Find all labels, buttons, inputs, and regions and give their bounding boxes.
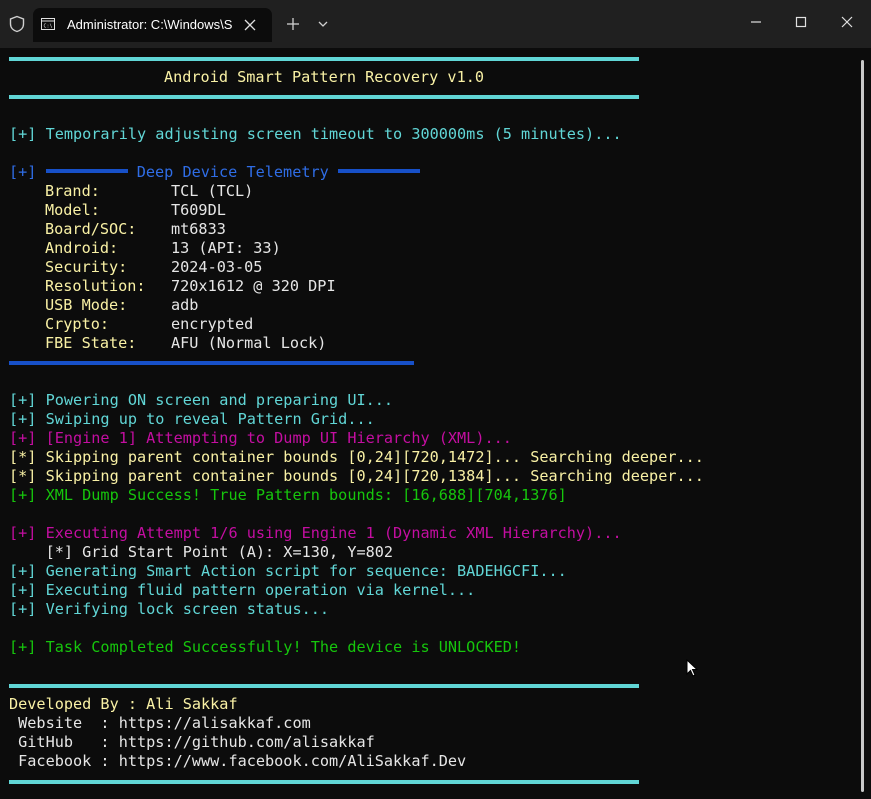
- telemetry-label: FBE State:: [45, 334, 137, 352]
- plus-icon: [287, 18, 299, 30]
- telemetry-label: USB Mode:: [45, 296, 128, 314]
- telemetry-label: Crypto:: [45, 315, 110, 333]
- telemetry-label: Model:: [45, 201, 100, 219]
- telemetry-value: 13 (API: 33): [171, 239, 281, 257]
- telemetry-value: encrypted: [171, 315, 254, 333]
- telemetry-title: Deep Device Telemetry: [136, 163, 329, 181]
- facebook-line: Facebook : https://www.facebook.com/AliS…: [9, 752, 467, 770]
- website-line: Website : https://alisakkaf.com: [9, 714, 311, 732]
- log-line: [+] Executing fluid pattern operation vi…: [9, 581, 476, 599]
- divider-line: [337, 169, 420, 173]
- log-line: [*] Grid Start Point (A): X=130, Y=802: [9, 543, 394, 561]
- new-tab-button[interactable]: [283, 14, 303, 34]
- telemetry-value: T609DL: [171, 201, 226, 219]
- result-line: [+] Task Completed Successfully! The dev…: [9, 638, 522, 656]
- header-title: Android Smart Pattern Recovery v1.0: [163, 68, 485, 86]
- log-line: [+] XML Dump Success! True Pattern bound…: [9, 486, 567, 504]
- close-icon: [841, 16, 853, 28]
- tab-title: Administrator: C:\Windows\System32\cmd.e…: [67, 17, 232, 32]
- title-bar: C:\ Administrator: C:\Windows\System32\c…: [0, 0, 871, 48]
- maximize-icon: [795, 16, 807, 28]
- telemetry-value: AFU (Normal Lock): [171, 334, 327, 352]
- log-line: [+] Generating Smart Action script for s…: [9, 562, 567, 580]
- telemetry-label: Resolution:: [45, 277, 146, 295]
- log-line: [+] Verifying lock screen status...: [9, 600, 330, 618]
- minimize-icon: [751, 21, 761, 23]
- log-line: [*] Skipping parent container bounds [0,…: [9, 448, 704, 466]
- svg-text:C:\: C:\: [44, 24, 53, 30]
- telemetry-header: [+] Deep Device Telemetry: [9, 163, 420, 182]
- log-prefix: [+]: [9, 163, 37, 181]
- divider-line: [9, 361, 414, 365]
- github-line: GitHub : https://github.com/alisakkaf: [9, 733, 375, 751]
- tab-dropdown-button[interactable]: [313, 14, 333, 34]
- log-line: [+] Swiping up to reveal Pattern Grid...: [9, 410, 375, 428]
- divider-line: [9, 95, 639, 99]
- telemetry-value: 720x1612 @ 320 DPI: [171, 277, 336, 295]
- mouse-cursor-icon: [686, 659, 698, 677]
- maximize-button[interactable]: [778, 0, 824, 44]
- terminal-icon: C:\: [41, 18, 55, 30]
- divider-line: [9, 780, 639, 784]
- close-window-button[interactable]: [824, 0, 870, 44]
- console-output[interactable]: Android Smart Pattern Recovery v1.0 [+] …: [0, 48, 871, 799]
- divider-line: [9, 57, 639, 61]
- telemetry-label: Board/SOC:: [45, 220, 137, 238]
- telemetry-value: 2024-03-05: [171, 258, 263, 276]
- log-line: [+] [Engine 1] Attempting to Dump UI Hie…: [9, 429, 512, 447]
- chevron-down-icon: [318, 21, 328, 27]
- divider-line: [45, 169, 128, 173]
- telemetry-value: adb: [171, 296, 199, 314]
- tab-cmd[interactable]: C:\ Administrator: C:\Windows\System32\c…: [33, 8, 272, 42]
- developer-credit: Developed By : Ali Sakkaf: [9, 695, 238, 713]
- minimize-button[interactable]: [733, 0, 779, 44]
- log-line: [+] Temporarily adjusting screen timeout…: [9, 125, 622, 143]
- shield-icon[interactable]: [8, 15, 26, 33]
- log-line: [+] Powering ON screen and preparing UI.…: [9, 391, 394, 409]
- log-line: [*] Skipping parent container bounds [0,…: [9, 467, 704, 485]
- divider-line: [9, 684, 639, 688]
- telemetry-label: Android:: [45, 239, 119, 257]
- telemetry-value: mt6833: [171, 220, 226, 238]
- scrollbar[interactable]: [861, 60, 864, 792]
- telemetry-label: Security:: [45, 258, 128, 276]
- telemetry-label: Brand:: [45, 182, 100, 200]
- telemetry-value: TCL (TCL): [171, 182, 254, 200]
- log-line: [+] Executing Attempt 1/6 using Engine 1…: [9, 524, 622, 542]
- close-icon[interactable]: [243, 18, 257, 32]
